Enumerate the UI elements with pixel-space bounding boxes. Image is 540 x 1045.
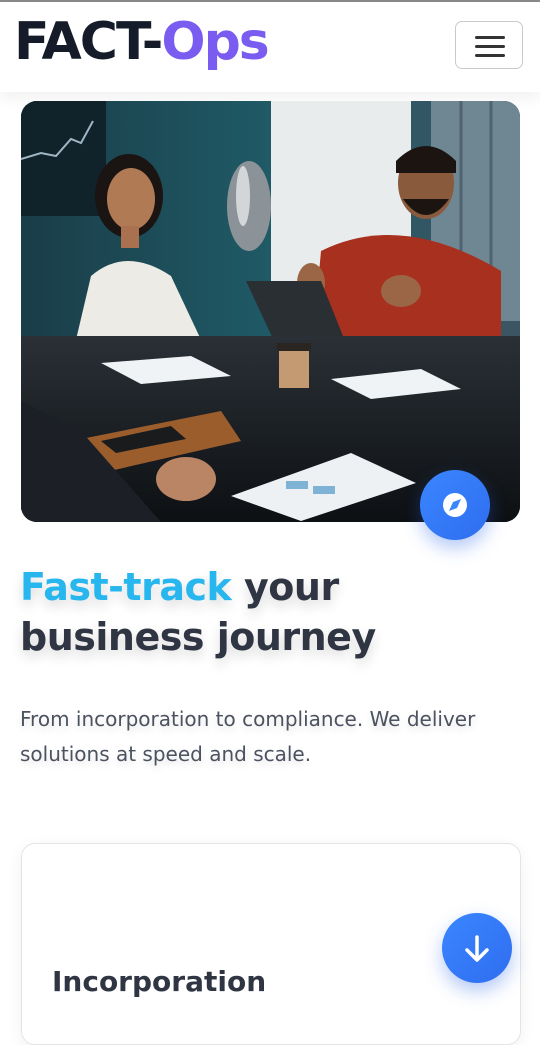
compass-button[interactable] — [420, 470, 490, 540]
headline-accent: Fast-track — [20, 565, 232, 609]
meeting-photo — [21, 101, 520, 522]
logo-text-ops: Ops — [161, 12, 269, 72]
scroll-down-button[interactable] — [442, 913, 512, 983]
hamburger-menu-icon — [475, 36, 505, 39]
logo-text-fact: FACT- — [14, 12, 163, 72]
hamburger-menu-icon — [475, 54, 505, 57]
hamburger-menu-icon — [475, 45, 505, 48]
menu-toggle-button[interactable] — [455, 21, 523, 69]
site-header: FACT-Ops — [0, 2, 540, 92]
hero-headline: Fast-track your business journey — [20, 562, 520, 662]
compass-icon — [443, 493, 467, 517]
arrow-down-icon — [465, 935, 489, 962]
service-card-title: Incorporation — [52, 965, 267, 998]
hero-subtext: From incorporation to compliance. We del… — [20, 707, 476, 766]
hero-image — [21, 101, 520, 522]
logo[interactable]: FACT-Ops — [14, 10, 270, 74]
